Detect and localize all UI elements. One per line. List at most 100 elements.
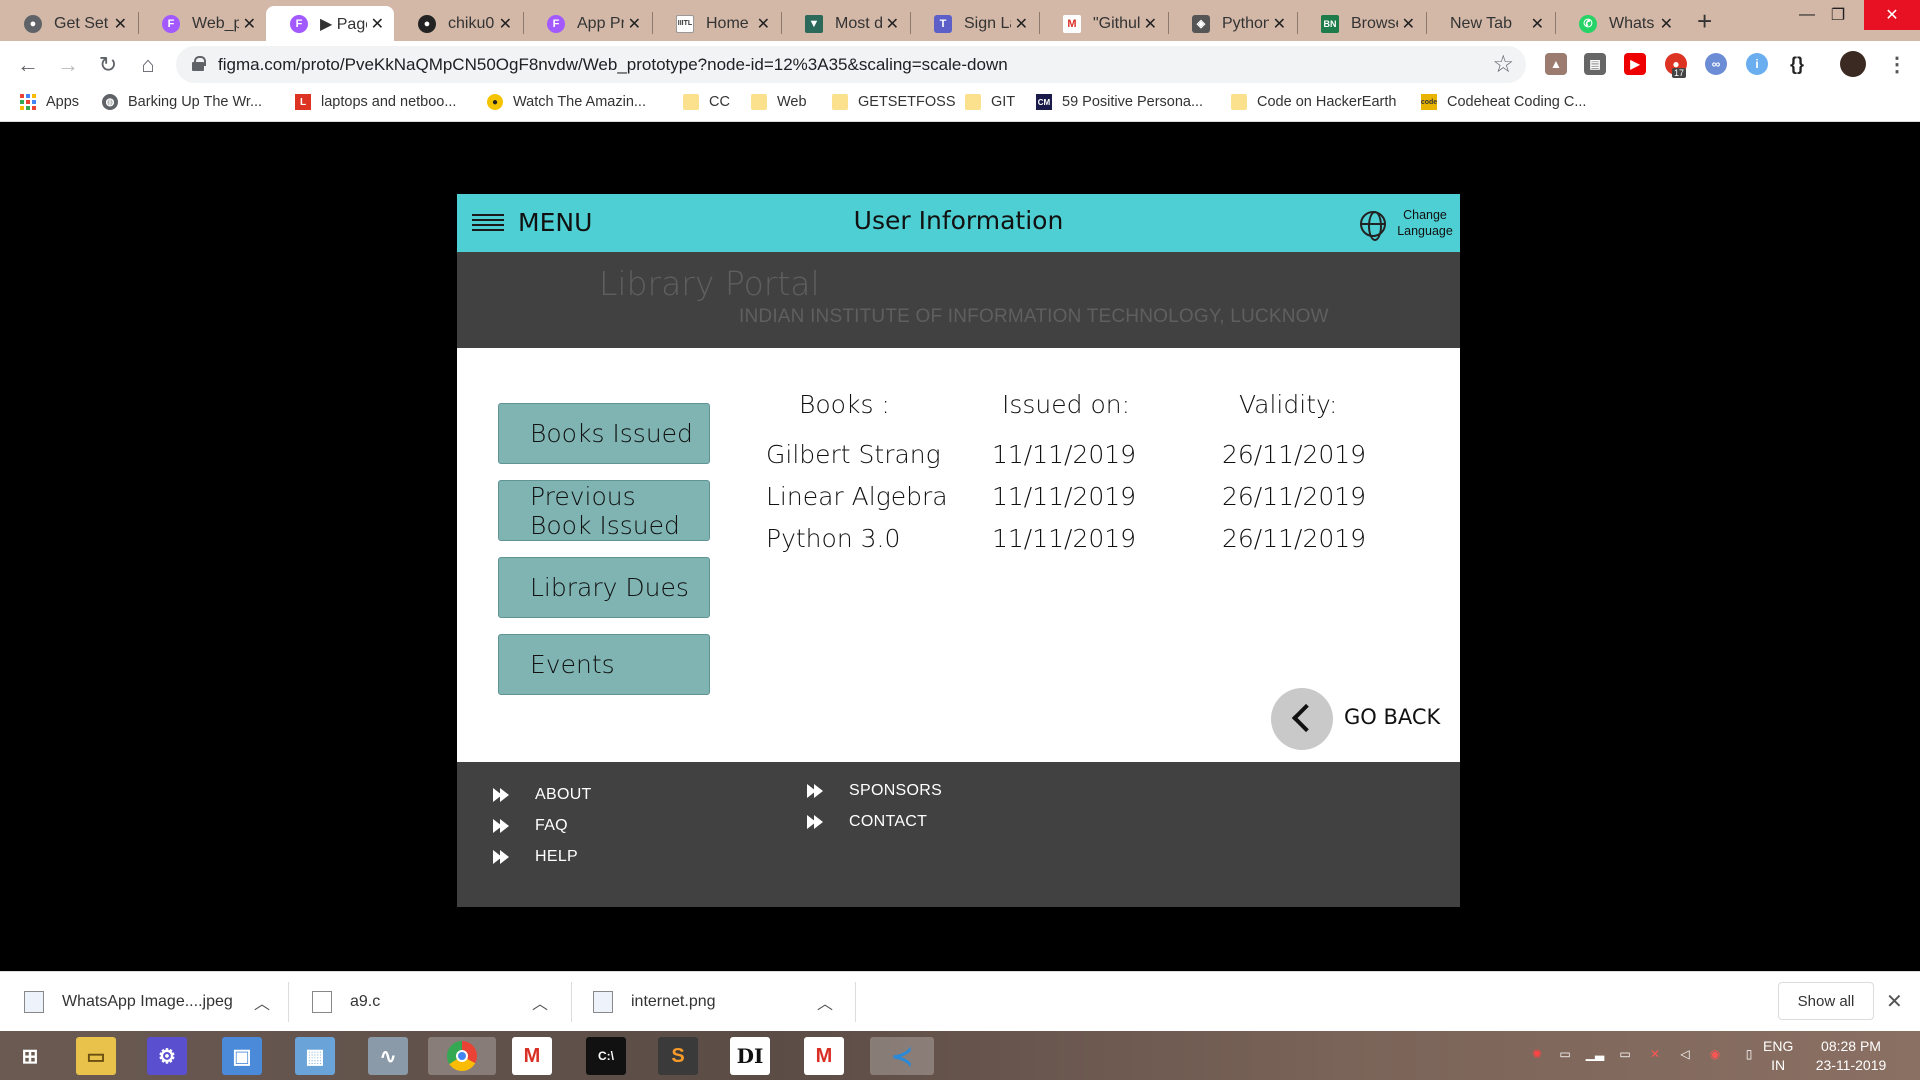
antivirus-tray-icon[interactable]: ✺: [1528, 1045, 1546, 1063]
bookmark-folder-getsetfoss[interactable]: GETSETFOSS: [832, 94, 956, 110]
info-extension-icon[interactable]: i: [1746, 53, 1768, 75]
pdf-extension-icon[interactable]: ▲: [1545, 53, 1567, 75]
bookmark-folder-hackerearth[interactable]: Code on HackerEarth: [1231, 94, 1396, 110]
tab-page-active[interactable]: F ▶ Page ✕: [266, 6, 394, 41]
footer-link-sponsors[interactable]: SPONSORS: [807, 782, 942, 800]
reload-icon[interactable]: ↻: [94, 51, 122, 79]
events-button[interactable]: Events: [498, 634, 710, 695]
chevron-up-icon[interactable]: ︿: [817, 990, 833, 1014]
library-dues-button[interactable]: Library Dues: [498, 557, 710, 618]
close-icon[interactable]: ✕: [1273, 14, 1286, 34]
tab-github-mail[interactable]: M "Githul ✕: [1039, 6, 1167, 41]
sublime-text-icon[interactable]: S: [658, 1037, 698, 1075]
security-tray-icon[interactable]: ◉: [1706, 1045, 1724, 1063]
profile-avatar[interactable]: [1840, 51, 1866, 77]
network-icon[interactable]: ▦: [295, 1037, 335, 1075]
tab-web-prototype[interactable]: F Web_p ✕: [138, 6, 266, 41]
bookmark-watch[interactable]: ● Watch The Amazin...: [487, 94, 646, 110]
volume-tray-icon[interactable]: ◁: [1676, 1045, 1694, 1063]
close-icon[interactable]: ✕: [1531, 14, 1544, 34]
tab-app-prototype[interactable]: F App Pr ✕: [523, 6, 651, 41]
forward-icon[interactable]: →: [54, 51, 82, 79]
bookmark-star-icon[interactable]: ☆: [1492, 50, 1514, 79]
tab-home[interactable]: IIITL Home ✕: [652, 6, 780, 41]
windows-start-icon[interactable]: ⊞: [10, 1037, 50, 1075]
close-icon[interactable]: ✕: [1015, 14, 1028, 34]
books-issued-button[interactable]: Books Issued: [498, 403, 710, 464]
close-icon[interactable]: ✕: [371, 14, 384, 34]
bookmark-59-positive[interactable]: CM 59 Positive Persona...: [1036, 94, 1203, 110]
download-item[interactable]: a9.c ︿: [312, 972, 548, 1032]
url-text[interactable]: figma.com/proto/PveKkNaQMpCN50OgF8nvdw/W…: [218, 55, 1008, 75]
show-all-downloads-button[interactable]: Show all: [1778, 982, 1874, 1020]
close-icon[interactable]: ✕: [114, 14, 127, 34]
maximize-icon[interactable]: ❐: [1812, 0, 1864, 30]
menu-kebab-icon[interactable]: ⋮: [1886, 53, 1908, 76]
chevron-up-icon[interactable]: ︿: [254, 990, 270, 1014]
close-icon[interactable]: ✕: [1886, 989, 1903, 1014]
bookmark-codeheat[interactable]: code Codeheat Coding C...: [1421, 94, 1586, 110]
close-icon[interactable]: ✕: [1144, 14, 1157, 34]
braces-extension-icon[interactable]: {}: [1786, 53, 1808, 75]
performance-monitor-icon[interactable]: ∿: [368, 1037, 408, 1075]
home-icon[interactable]: ⌂: [134, 51, 162, 79]
close-icon[interactable]: ✕: [243, 14, 256, 34]
input-language[interactable]: ENG IN: [1763, 1037, 1793, 1075]
tab-whatsapp[interactable]: ✆ Whats ✕: [1555, 6, 1683, 41]
wifi-off-tray-icon[interactable]: ✕: [1646, 1045, 1664, 1063]
vscode-icon[interactable]: ≺: [870, 1037, 934, 1075]
bookmark-folder-git[interactable]: GIT: [965, 94, 1015, 110]
tab-sign-la[interactable]: T Sign La ✕: [910, 6, 1038, 41]
footer-link-faq[interactable]: FAQ: [493, 817, 568, 835]
previous-book-issued-button[interactable]: Previous Book Issued: [498, 480, 710, 541]
go-back-button[interactable]: GO BACK: [1344, 705, 1440, 729]
tab-browse[interactable]: BN Browse ✕: [1297, 6, 1425, 41]
tab-get-set[interactable]: ● Get Set ✕: [0, 6, 137, 41]
vercel-icon: ▼: [805, 14, 823, 33]
bookmark-apps[interactable]: Apps: [20, 94, 79, 110]
chevron-up-icon[interactable]: ︿: [532, 990, 548, 1014]
bookmark-folder-cc[interactable]: CC: [683, 94, 730, 110]
back-icon[interactable]: ←: [14, 51, 42, 79]
new-tab-plus-icon[interactable]: +: [1697, 6, 1712, 37]
bookmark-folder-web[interactable]: Web: [751, 94, 807, 110]
taskbar-clock[interactable]: 08:28 PM 23-11-2019: [1806, 1037, 1896, 1075]
download-item[interactable]: WhatsApp Image....jpeg ︿: [24, 972, 270, 1032]
address-bar[interactable]: figma.com/proto/PveKkNaQMpCN50OgF8nvdw/W…: [176, 46, 1526, 83]
tab-chiku[interactable]: ● chiku0 ✕: [394, 6, 522, 41]
network-tray-icon[interactable]: ▭: [1556, 1045, 1574, 1063]
screenshot-extension-icon[interactable]: ▤: [1584, 53, 1606, 75]
gmail-icon[interactable]: M: [512, 1037, 552, 1075]
window-close-icon[interactable]: ✕: [1864, 0, 1920, 30]
bookmark-barking[interactable]: ◍ Barking Up The Wr...: [102, 94, 262, 110]
close-icon[interactable]: ✕: [499, 14, 512, 34]
tab-most[interactable]: ▼ Most d ✕: [781, 6, 909, 41]
battery-tray-icon[interactable]: ▯: [1740, 1045, 1758, 1063]
di-app-icon[interactable]: DI: [730, 1037, 770, 1075]
terminal-icon[interactable]: C:\: [586, 1037, 626, 1075]
close-icon[interactable]: ✕: [628, 14, 641, 34]
globe-icon[interactable]: [1360, 211, 1386, 241]
bookmark-laptops[interactable]: L laptops and netboo...: [295, 94, 456, 110]
signal-tray-icon[interactable]: ▁▃: [1586, 1045, 1604, 1063]
download-item[interactable]: internet.png ︿: [593, 972, 833, 1032]
close-icon[interactable]: ✕: [886, 14, 899, 34]
change-language-link[interactable]: Change Language: [1391, 207, 1459, 239]
tab-new-tab[interactable]: New Tab ✕: [1426, 6, 1554, 41]
gmail-icon[interactable]: M: [804, 1037, 844, 1075]
youtube-extension-icon[interactable]: ▶: [1624, 53, 1646, 75]
grammarly-extension-icon[interactable]: ∞: [1705, 53, 1727, 75]
tab-python[interactable]: ◈ Python ✕: [1168, 6, 1296, 41]
remote-desktop-icon[interactable]: ▣: [222, 1037, 262, 1075]
footer-link-help[interactable]: HELP: [493, 848, 578, 866]
settings-icon[interactable]: ⚙: [147, 1037, 187, 1075]
go-back-chevron-icon[interactable]: [1271, 688, 1333, 750]
footer-link-about[interactable]: ABOUT: [493, 786, 592, 804]
display-tray-icon[interactable]: ▭: [1616, 1045, 1634, 1063]
file-explorer-icon[interactable]: ▭: [76, 1037, 116, 1075]
close-icon[interactable]: ✕: [1660, 14, 1673, 34]
chrome-icon[interactable]: [428, 1037, 496, 1075]
close-icon[interactable]: ✕: [1402, 14, 1415, 34]
close-icon[interactable]: ✕: [757, 14, 770, 34]
footer-link-contact[interactable]: CONTACT: [807, 813, 927, 831]
